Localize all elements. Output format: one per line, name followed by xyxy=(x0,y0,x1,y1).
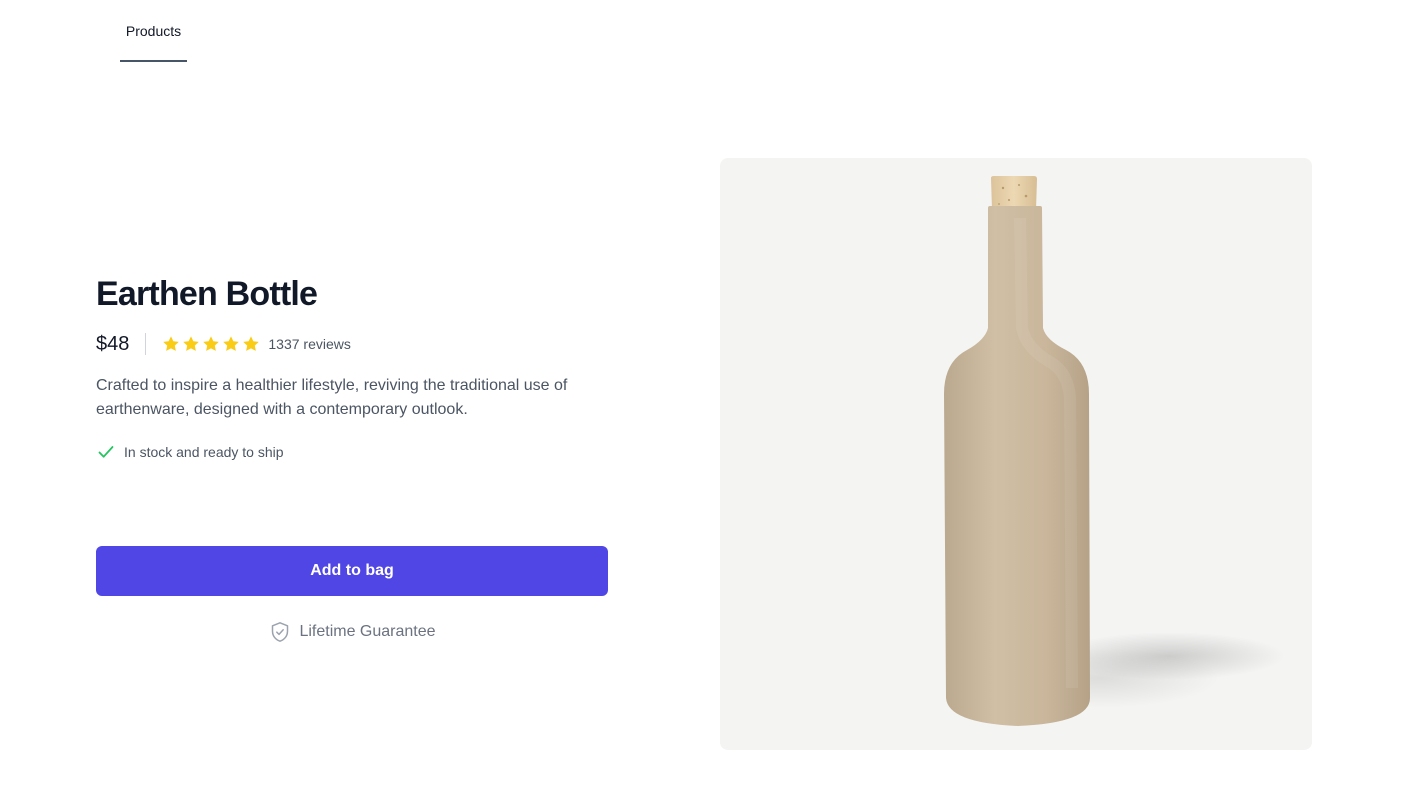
rating-stars xyxy=(162,335,260,353)
lifetime-guarantee-link[interactable]: Lifetime Guarantee xyxy=(96,620,608,644)
product-image xyxy=(720,158,1312,750)
star-icon xyxy=(183,336,200,351)
star-icon xyxy=(223,336,240,351)
reviews-link[interactable]: 1337 reviews xyxy=(268,336,351,352)
star-icon xyxy=(163,336,180,351)
shield-check-icon xyxy=(272,622,289,642)
star-icon xyxy=(243,336,260,351)
meta-divider xyxy=(145,333,147,355)
product-meta: $48 1337 reviews xyxy=(96,332,608,356)
check-icon xyxy=(98,446,114,458)
product-info: Earthen Bottle $48 1337 reviews Crafted … xyxy=(96,272,608,462)
tab-products-label: Products xyxy=(125,23,182,39)
product-title: Earthen Bottle xyxy=(96,275,318,313)
top-nav: Products xyxy=(0,0,1412,62)
add-to-bag-button[interactable]: Add to bag xyxy=(96,546,608,596)
star-icon xyxy=(203,336,220,351)
tab-products[interactable]: Products xyxy=(120,0,187,62)
guarantee-label: Lifetime Guarantee xyxy=(299,623,436,640)
stock-status-label: In stock and ready to ship xyxy=(124,444,284,460)
product-price: $48 xyxy=(96,333,130,355)
product-description: Crafted to inspire a healthier lifestyle… xyxy=(96,377,568,418)
stock-status: In stock and ready to ship xyxy=(96,442,608,462)
earthen-bottle-image xyxy=(944,176,1285,726)
